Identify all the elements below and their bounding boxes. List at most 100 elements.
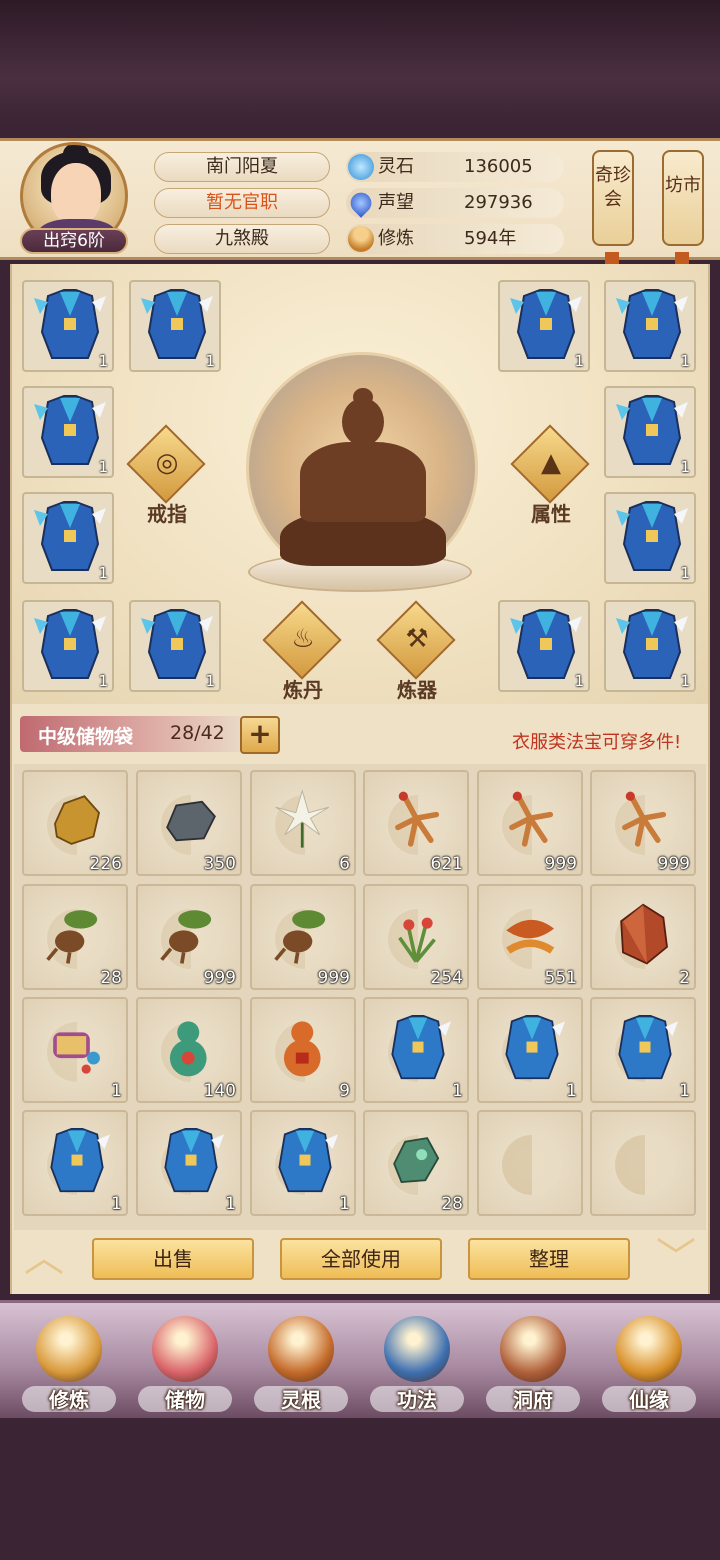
- inventory-item-robe[interactable]: 1: [250, 1110, 356, 1216]
- sect-name: 九煞殿: [154, 224, 330, 254]
- inventory-item-white-lily[interactable]: 6: [250, 770, 356, 876]
- storage-bag-title: 中级储物袋: [38, 726, 134, 748]
- inventory-item-herb-root[interactable]: 28: [22, 884, 128, 990]
- robe-icon: [391, 1015, 451, 1080]
- stat-value: 297936: [464, 192, 533, 213]
- inventory-item-robe[interactable]: 1: [590, 997, 696, 1103]
- item-quantity: 6: [339, 854, 350, 874]
- item-quantity: 140: [203, 1081, 236, 1101]
- equipment-slot[interactable]: 1: [22, 492, 114, 584]
- robe-icon: [510, 289, 582, 359]
- flower-herb-icon: [398, 917, 436, 963]
- equipment-slot[interactable]: 1: [22, 600, 114, 692]
- nav-label: 储物: [165, 1388, 205, 1412]
- inventory-item-ginseng[interactable]: 621: [363, 770, 469, 876]
- market-button[interactable]: 坊市: [662, 150, 704, 246]
- alchemy-button[interactable]: ♨ 炼丹: [248, 600, 358, 712]
- nav-label: 功法: [397, 1388, 437, 1412]
- inventory-item-scroll-artifact[interactable]: 1: [22, 997, 128, 1103]
- red-crystal-icon: [620, 903, 668, 965]
- nav-cave-mansion[interactable]: 洞府: [478, 1308, 588, 1416]
- inventory-item-robe[interactable]: 1: [477, 997, 583, 1103]
- page-down-arrow-icon[interactable]: ﹀: [644, 1238, 708, 1278]
- forge-label: 炼器: [397, 678, 437, 702]
- cultivator-silhouette-body: [300, 442, 426, 522]
- stat-spirit-stone: 灵石 136005: [346, 152, 564, 182]
- robe-icon: [34, 395, 106, 465]
- equipment-slot[interactable]: 1: [129, 280, 221, 372]
- item-quantity: 226: [89, 854, 122, 874]
- equipment-slot[interactable]: 1: [604, 600, 696, 692]
- inventory-item-red-root[interactable]: 551: [477, 884, 583, 990]
- treasure-auction-button[interactable]: 奇珍会: [592, 150, 634, 246]
- gold-ore-icon: [54, 795, 100, 845]
- white-lily-icon: [275, 789, 330, 848]
- sort-button[interactable]: 整理: [468, 1238, 630, 1280]
- equipment-slot[interactable]: 1: [22, 280, 114, 372]
- robe-icon: [34, 289, 106, 359]
- item-quantity: 28: [100, 968, 122, 988]
- inventory-item-robe[interactable]: 1: [363, 997, 469, 1103]
- ring-button[interactable]: ◎ 戒指: [112, 424, 222, 536]
- red-root-icon: [506, 919, 555, 954]
- inventory-item-herb-root[interactable]: 999: [250, 884, 356, 990]
- expand-bag-button[interactable]: +: [240, 716, 280, 754]
- nav-cultivation-monk[interactable]: 修炼: [14, 1308, 124, 1416]
- nav-spirit-root[interactable]: 灵根: [246, 1308, 356, 1416]
- item-quantity: 1: [98, 458, 108, 476]
- attribute-button[interactable]: ▲ 属性: [496, 424, 606, 536]
- cave-mansion-icon: [500, 1316, 566, 1382]
- item-quantity: 1: [205, 352, 215, 370]
- inventory-item-red-crystal[interactable]: 2: [590, 884, 696, 990]
- equipment-slot[interactable]: 1: [498, 600, 590, 692]
- item-quantity: 1: [574, 352, 584, 370]
- attribute-label: 属性: [531, 502, 571, 526]
- page-up-arrow-icon[interactable]: ︿: [12, 1238, 76, 1278]
- inventory-item-jade-stones[interactable]: 28: [363, 1110, 469, 1216]
- stat-cultivation: 修炼 594年: [346, 224, 564, 254]
- equipment-slot[interactable]: 1: [498, 280, 590, 372]
- stat-value: 594年: [464, 228, 517, 249]
- inventory-item-ginseng[interactable]: 999: [477, 770, 583, 876]
- equipment-slot[interactable]: 1: [604, 492, 696, 584]
- inventory-item-herb-root[interactable]: 999: [136, 884, 242, 990]
- inventory-item-flower-herb[interactable]: 254: [363, 884, 469, 990]
- item-quantity: 1: [205, 672, 215, 690]
- equipment-slot[interactable]: 1: [22, 386, 114, 478]
- robe-icon: [618, 1015, 678, 1080]
- inventory-item-gold-ore[interactable]: 226: [22, 770, 128, 876]
- nav-technique-book[interactable]: 功法: [362, 1308, 472, 1416]
- equipment-slot[interactable]: 1: [604, 280, 696, 372]
- inventory-item-ginseng[interactable]: 999: [590, 770, 696, 876]
- item-quantity: 999: [317, 968, 350, 988]
- nav-label: 仙缘: [629, 1388, 669, 1412]
- inventory-item-orange-gourd[interactable]: 9: [250, 997, 356, 1103]
- robe-icon: [616, 609, 688, 679]
- inventory-empty-slot[interactable]: [477, 1110, 583, 1216]
- equip-hint-text: 衣服类法宝可穿多件!: [512, 732, 682, 753]
- sell-button[interactable]: 出售: [92, 1238, 254, 1280]
- robe-icon: [278, 1128, 338, 1193]
- cultivation-monk-icon: [36, 1316, 102, 1382]
- herb-root-icon: [46, 910, 98, 964]
- equipment-slot[interactable]: 1: [129, 600, 221, 692]
- inventory-empty-slot[interactable]: [590, 1110, 696, 1216]
- inventory-item-iron-ore[interactable]: 350: [136, 770, 242, 876]
- robe-icon: [505, 1015, 565, 1080]
- nav-storage-bag[interactable]: 储物: [130, 1308, 240, 1416]
- inventory-item-robe[interactable]: 1: [136, 1110, 242, 1216]
- item-quantity: 2: [679, 968, 690, 988]
- equipment-slot[interactable]: 1: [604, 386, 696, 478]
- ring-icon: ◎: [155, 448, 179, 478]
- forge-button[interactable]: ⚒ 炼器: [362, 600, 472, 712]
- scroll-artifact-icon: [53, 1032, 100, 1074]
- nav-fortune-gourd[interactable]: 仙缘: [594, 1308, 704, 1416]
- use-all-button[interactable]: 全部使用: [280, 1238, 442, 1280]
- item-quantity: 1: [680, 458, 690, 476]
- item-quantity: 1: [98, 672, 108, 690]
- nav-label: 修炼: [49, 1388, 89, 1412]
- inventory-item-robe[interactable]: 1: [22, 1110, 128, 1216]
- inventory-item-green-gourd[interactable]: 140: [136, 997, 242, 1103]
- item-quantity: 1: [680, 352, 690, 370]
- cauldron-icon: ♨: [291, 624, 315, 654]
